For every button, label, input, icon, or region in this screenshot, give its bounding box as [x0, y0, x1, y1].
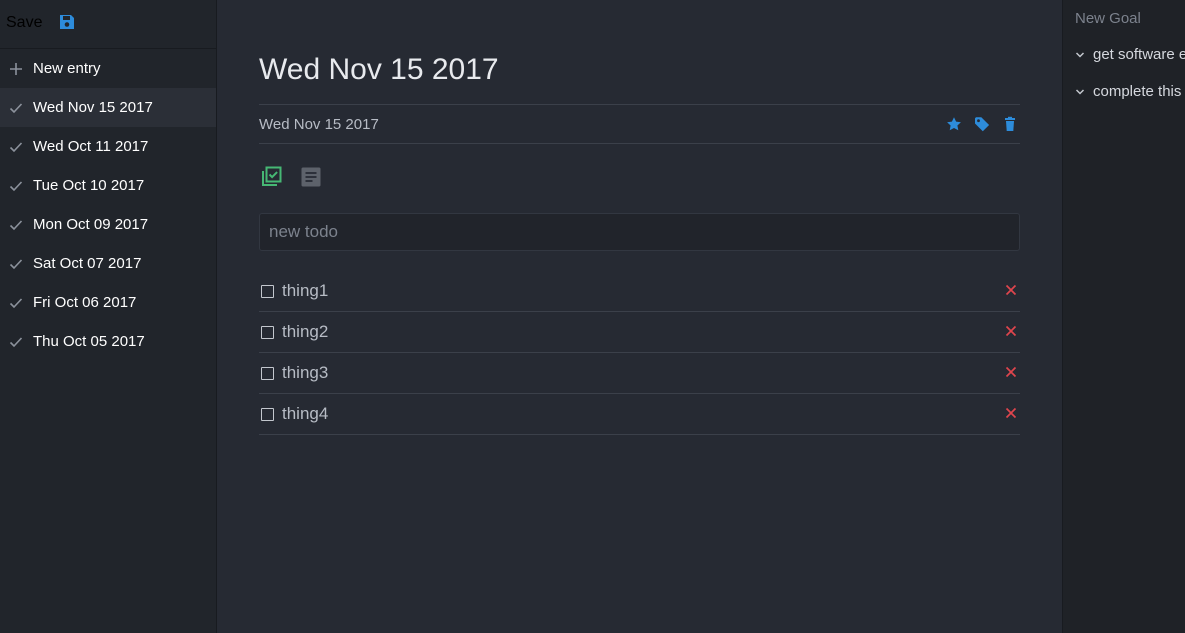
sidebar-entry-label: Wed Oct 11 2017 — [33, 138, 149, 155]
entries-sidebar: Save New entry Wed Nov 15 2017 Wed Oct 11… — [0, 0, 217, 633]
delete-x-icon[interactable] — [1004, 406, 1018, 420]
todo-list-icon[interactable] — [259, 165, 283, 189]
entry-meta-bar: Wed Nov 15 2017 — [259, 104, 1020, 144]
sidebar-entry[interactable]: Wed Nov 15 2017 — [0, 88, 216, 127]
star-icon[interactable] — [946, 116, 962, 132]
trash-icon[interactable] — [1002, 116, 1018, 132]
todo-row: thing1 — [259, 271, 1020, 312]
tag-icon[interactable] — [974, 116, 990, 132]
todo-row: thing2 — [259, 312, 1020, 353]
checkmark-icon — [9, 296, 23, 310]
chevron-down-icon — [1075, 87, 1085, 97]
delete-x-icon[interactable] — [1004, 324, 1018, 338]
checkmark-icon — [9, 257, 23, 271]
delete-x-icon[interactable] — [1004, 365, 1018, 379]
goal-item[interactable]: complete this — [1075, 83, 1181, 100]
sidebar-entry-label: Wed Nov 15 2017 — [33, 99, 153, 116]
sidebar-entry[interactable]: Wed Oct 11 2017 — [0, 127, 216, 166]
todo-row: thing3 — [259, 353, 1020, 394]
sidebar-entry-label: Tue Oct 10 2017 — [33, 177, 145, 194]
goals-panel: New Goal get software e complete this — [1062, 0, 1185, 633]
goal-label: complete this — [1093, 83, 1182, 100]
entry-actions — [946, 116, 1020, 132]
goal-item[interactable]: get software e — [1075, 46, 1185, 63]
todo-checkbox[interactable] — [261, 284, 274, 298]
sidebar-entry-label: Mon Oct 09 2017 — [33, 216, 149, 233]
sidebar-entry-label: Sat Oct 07 2017 — [33, 255, 142, 272]
floppy-disk-icon[interactable] — [59, 14, 75, 30]
sidebar-entry[interactable]: Thu Oct 05 2017 — [0, 322, 216, 361]
sidebar-entry[interactable]: Tue Oct 10 2017 — [0, 166, 216, 205]
checkmark-icon — [9, 101, 23, 115]
save-label[interactable]: Save — [6, 14, 42, 32]
page-title: Wed Nov 15 2017 — [259, 53, 499, 86]
entry-editor: Wed Nov 15 2017 Wed Nov 15 2017 new todo… — [217, 0, 1062, 633]
entry-date: Wed Nov 15 2017 — [259, 115, 379, 133]
checkmark-icon — [9, 335, 23, 349]
chevron-down-icon — [1075, 50, 1085, 60]
todo-list: thing1 thing2 thing3 thing4 — [259, 271, 1020, 435]
app-window: Save New entry Wed Nov 15 2017 Wed Oct 11… — [0, 0, 1185, 633]
new-goal-input[interactable]: New Goal — [1075, 10, 1141, 27]
entry-list: Wed Nov 15 2017 Wed Oct 11 2017 Tue Oct 10… — [0, 88, 216, 361]
new-entry-button[interactable]: New entry — [0, 49, 216, 88]
sidebar-entry[interactable]: Sat Oct 07 2017 — [0, 244, 216, 283]
new-entry-label: New entry — [33, 60, 101, 77]
todo-text: thing1 — [282, 281, 329, 300]
checkmark-icon — [9, 179, 23, 193]
goal-label: get software e — [1093, 46, 1185, 63]
todo-text: thing3 — [282, 363, 329, 382]
delete-x-icon[interactable] — [1004, 283, 1018, 297]
plus-icon — [9, 62, 23, 76]
new-todo-input[interactable] — [259, 213, 1020, 251]
view-mode-toggle — [259, 165, 323, 189]
sidebar-entry[interactable]: Fri Oct 06 2017 — [0, 283, 216, 322]
todo-text: thing4 — [282, 404, 329, 423]
todo-text: thing2 — [282, 322, 329, 341]
sidebar-entry[interactable]: Mon Oct 09 2017 — [0, 205, 216, 244]
notes-icon[interactable] — [299, 165, 323, 189]
todo-row: thing4 — [259, 394, 1020, 435]
checkmark-icon — [9, 218, 23, 232]
todo-checkbox[interactable] — [261, 366, 274, 380]
todo-checkbox[interactable] — [261, 325, 274, 339]
todo-checkbox[interactable] — [261, 407, 274, 421]
sidebar-entry-label: Fri Oct 06 2017 — [33, 294, 137, 311]
sidebar-entry-label: Thu Oct 05 2017 — [33, 333, 145, 350]
save-bar: Save — [0, 0, 216, 49]
checkmark-icon — [9, 140, 23, 154]
